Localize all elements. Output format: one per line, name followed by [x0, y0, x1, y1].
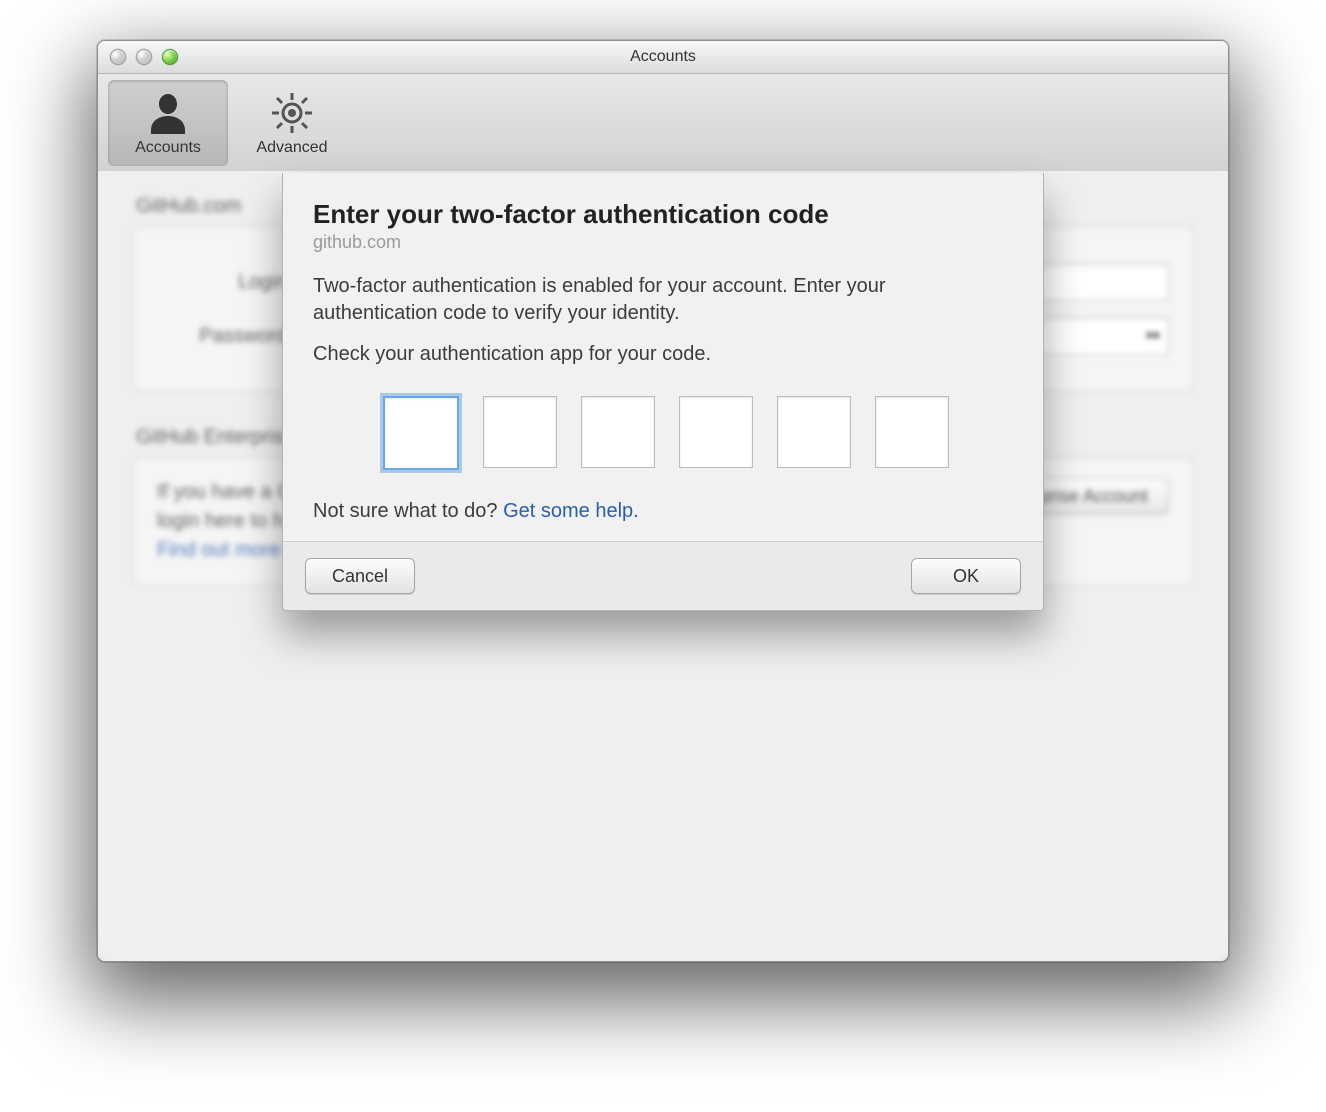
zoom-window-button[interactable]	[162, 49, 178, 65]
get-help-link[interactable]: Get some help.	[503, 500, 639, 522]
login-field-label: Login	[157, 271, 287, 294]
code-digit-4[interactable]	[679, 396, 753, 468]
traffic-lights	[110, 49, 178, 65]
code-digit-6[interactable]	[875, 396, 949, 468]
window-title: Accounts	[98, 48, 1228, 66]
toolbar-item-accounts[interactable]: Accounts	[108, 80, 228, 166]
sheet-paragraph-1: Two-factor authentication is enabled for…	[313, 273, 1013, 327]
preferences-window: Accounts Accounts	[97, 40, 1229, 962]
window-titlebar: Accounts	[98, 41, 1228, 74]
two-factor-sheet: Enter your two-factor authentication cod…	[282, 173, 1044, 611]
password-field-label: Password	[157, 325, 287, 348]
sheet-footer: Cancel OK	[283, 541, 1043, 610]
person-icon	[144, 89, 192, 137]
minimize-window-button[interactable]	[136, 49, 152, 65]
sheet-title: Enter your two-factor authentication cod…	[313, 199, 1013, 230]
sheet-subtitle: github.com	[313, 232, 1013, 253]
toolbar-item-label: Advanced	[256, 139, 327, 157]
code-digit-5[interactable]	[777, 396, 851, 468]
sheet-paragraph-2: Check your authentication app for your c…	[313, 341, 1013, 368]
help-row: Not sure what to do? Get some help.	[313, 500, 1013, 523]
close-window-button[interactable]	[110, 49, 126, 65]
toolbar-item-label: Accounts	[135, 139, 201, 157]
code-digit-3[interactable]	[581, 396, 655, 468]
code-digit-2[interactable]	[483, 396, 557, 468]
gear-icon	[268, 89, 316, 137]
cancel-button[interactable]: Cancel	[305, 558, 415, 594]
toolbar-item-advanced[interactable]: Advanced	[232, 80, 352, 166]
help-prefix-text: Not sure what to do?	[313, 500, 503, 522]
code-digit-1[interactable]	[383, 396, 459, 470]
ok-button[interactable]: OK	[911, 558, 1021, 594]
toolbar: Accounts	[98, 74, 1228, 173]
code-input-row	[383, 396, 1013, 470]
